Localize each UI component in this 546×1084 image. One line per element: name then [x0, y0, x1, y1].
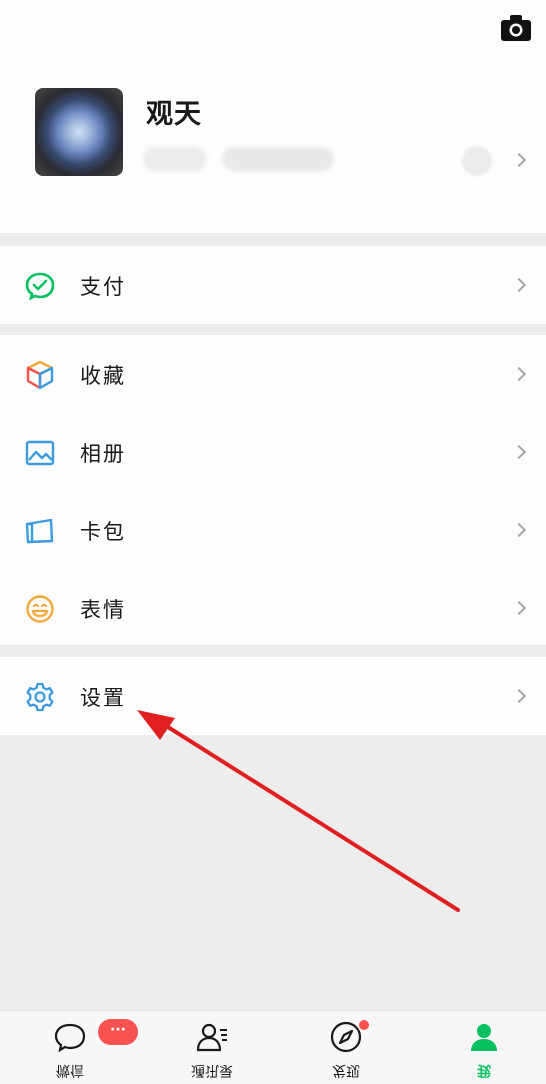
person-icon: [471, 1024, 497, 1051]
smiley-icon: [26, 595, 54, 623]
cube-icon: [26, 360, 54, 390]
pay-section: 支付: [0, 246, 546, 324]
menu-item-label: 卡包: [80, 520, 126, 544]
status-blurred: [222, 147, 334, 171]
contacts-icon: [196, 1023, 227, 1052]
menu-item-label: 设置: [80, 686, 126, 710]
menu-item-cards[interactable]: 卡包: [0, 491, 546, 569]
chevron-right-icon: [511, 688, 527, 704]
tab-contacts[interactable]: 通讯录: [162, 1011, 262, 1084]
tab-chats[interactable]: ··· 微信: [20, 1011, 138, 1084]
settings-section: 设置: [0, 657, 546, 735]
chevron-right-icon: [511, 152, 527, 168]
avatar[interactable]: [35, 88, 123, 176]
menu-item-album[interactable]: 相册: [0, 413, 546, 491]
discover-dot-badge: [359, 1020, 369, 1030]
tab-label: 发现: [332, 1062, 360, 1078]
tab-bar: ··· 微信 通讯录 发现 我: [0, 1010, 546, 1084]
qr-code-icon[interactable]: [462, 146, 492, 176]
tab-label: 微信: [56, 1062, 84, 1078]
tab-label: 我: [477, 1062, 491, 1078]
camera-icon[interactable]: [500, 14, 532, 42]
tab-discover[interactable]: 发现: [296, 1011, 396, 1084]
menu-item-label: 表情: [80, 598, 126, 622]
chevron-right-icon: [511, 600, 527, 616]
menu-item-favorites[interactable]: 收藏: [0, 335, 546, 413]
wechat-id-blurred: [143, 147, 207, 171]
chevron-right-icon: [511, 277, 527, 293]
gear-icon: [26, 682, 54, 712]
tab-label: 通讯录: [191, 1062, 233, 1078]
menu-item-stickers[interactable]: 表情: [0, 569, 546, 647]
card-icon: [25, 518, 54, 544]
image-icon: [25, 440, 55, 466]
main-menu-section: 收藏 相册 卡包 表情: [0, 335, 546, 645]
menu-item-label: 收藏: [80, 364, 126, 388]
unread-badge: ···: [98, 1019, 138, 1045]
wechat-pay-icon: [25, 272, 55, 301]
chevron-right-icon: [511, 444, 527, 460]
chevron-right-icon: [511, 366, 527, 382]
tab-me[interactable]: 我: [434, 1011, 534, 1084]
menu-item-label: 相册: [80, 442, 126, 466]
chevron-right-icon: [511, 522, 527, 538]
menu-item-label: 支付: [80, 275, 126, 299]
chat-bubble-icon: [54, 1023, 86, 1053]
menu-item-pay[interactable]: 支付: [0, 246, 546, 324]
profile-header[interactable]: 观天: [0, 0, 546, 233]
menu-item-settings[interactable]: 设置: [0, 657, 546, 735]
nickname: 观天: [146, 99, 202, 130]
